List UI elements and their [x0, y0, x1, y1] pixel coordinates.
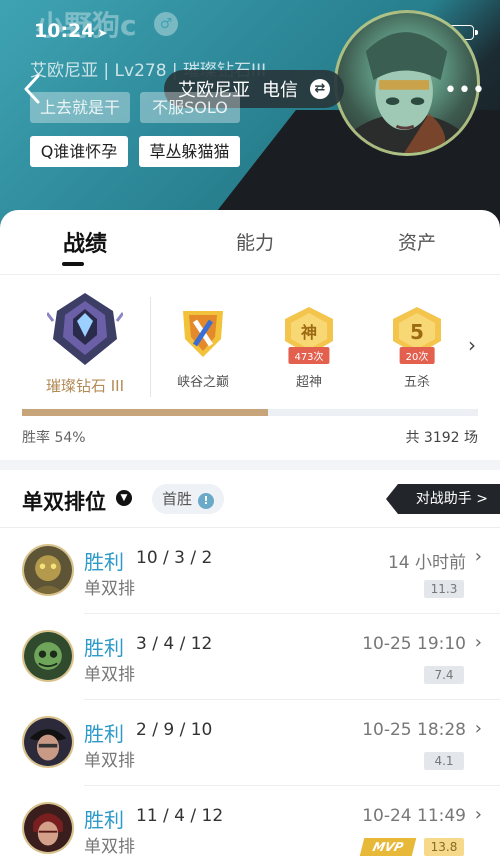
match-kda: 11 / 4 / 12: [136, 806, 224, 826]
match-list: 胜利 10 / 3 / 2 单双排 14 小时前 › 11.3 胜利 3 / 4…: [0, 528, 500, 865]
rank-block[interactable]: 璀璨钻石 III: [20, 291, 150, 396]
match-time: 10-25 18:28: [362, 720, 466, 740]
legendary-badge-icon: 神 473次: [281, 305, 337, 364]
match-kda: 3 / 4 / 12: [136, 634, 213, 654]
champion-avatar: [22, 544, 74, 596]
match-score: 13.8: [424, 838, 464, 856]
badge-count: 473次: [288, 347, 330, 364]
tab-ability[interactable]: 能力: [236, 228, 274, 255]
match-time: 14 小时前: [387, 553, 466, 573]
peak-badge-icon: [175, 305, 231, 361]
profile-tag[interactable]: Q谁谁怀孕: [30, 136, 128, 167]
stats-card: 璀璨钻石 III 峡谷之巅 神 473次 超神 5 20次 五杀 › 胜率 54…: [0, 274, 500, 460]
chevron-right-icon: ›: [474, 804, 482, 825]
champion-avatar: [22, 630, 74, 682]
winrate-bar: [22, 409, 478, 416]
match-result: 胜利: [84, 636, 124, 660]
battle-assistant-button[interactable]: 对战助手 >: [385, 484, 500, 514]
match-mode: 单双排: [84, 751, 135, 771]
match-time: 10-24 11:49: [362, 806, 466, 826]
carrier-name: 电信: [262, 80, 298, 101]
champion-avatar: [22, 716, 74, 768]
badge-label: 超神: [295, 375, 322, 390]
badge-symbol: 5: [410, 320, 424, 344]
match-result: 胜利: [84, 722, 124, 746]
badge-label: 峡谷之巅: [176, 375, 229, 390]
pentakill-badge-icon: 5 20次: [389, 305, 445, 364]
match-score: 7.4: [424, 666, 464, 684]
match-kda: 2 / 9 / 10: [136, 720, 213, 740]
match-mode: 单双排: [84, 579, 135, 599]
match-score: 4.1: [424, 752, 464, 770]
match-time: 10-25 19:10: [362, 634, 466, 654]
rank-name: 璀璨钻石 III: [45, 377, 125, 395]
chevron-right-icon: ›: [474, 718, 482, 739]
match-row[interactable]: 胜利 3 / 4 / 12 单双排 10-25 19:10 › 7.4: [0, 614, 500, 700]
badge-legendary[interactable]: 神 473次 超神: [274, 305, 344, 390]
match-kda: 10 / 3 / 2: [136, 548, 213, 568]
badge-label: 五杀: [403, 375, 430, 390]
mvp-badge: MVP: [359, 838, 417, 856]
chevron-right-icon[interactable]: ›: [468, 333, 476, 357]
chevron-right-icon: ›: [474, 546, 482, 567]
winrate-label: 胜率 54%: [22, 430, 86, 446]
match-row[interactable]: 胜利 10 / 3 / 2 单双排 14 小时前 › 11.3: [0, 528, 500, 614]
champion-avatar: [22, 802, 74, 854]
profile-tag[interactable]: 不服SOLO: [140, 92, 240, 123]
status-time: 10:24 ➤: [34, 20, 108, 42]
match-mode: 单双排: [84, 837, 135, 857]
badge-count: 20次: [399, 347, 435, 364]
tab-bar: 战绩 能力 资产: [0, 210, 500, 274]
swap-icon: ⇄: [310, 79, 330, 99]
profile-tag[interactable]: 草丛躲猫猫: [139, 136, 240, 167]
tab-assets[interactable]: 资产: [398, 228, 436, 255]
info-icon: !: [198, 493, 215, 509]
match-row[interactable]: 胜利 2 / 9 / 10 单双排 10-25 18:28 › 4.1: [0, 700, 500, 786]
first-win-button[interactable]: 首胜!: [152, 484, 225, 514]
profile-tag[interactable]: 上去就是干: [30, 92, 130, 123]
queue-selector[interactable]: 单双排位: [22, 486, 106, 516]
queue-bar: 单双排位 ▼ 首胜! 对战助手 >: [0, 470, 500, 528]
badge-pentakill[interactable]: 5 20次 五杀: [382, 305, 452, 390]
chevron-down-icon[interactable]: ▼: [116, 490, 132, 506]
location-icon: ➤: [97, 26, 108, 40]
badge-symbol: 神: [301, 323, 317, 342]
match-score: 11.3: [424, 580, 464, 598]
total-games-label: 共 3192 场: [405, 430, 478, 446]
winrate-fill: [22, 409, 269, 416]
match-row[interactable]: 胜利 11 / 4 / 12 单双排 10-24 11:49 › MVP 13.…: [0, 786, 500, 865]
profile-header: 小野狗c ♂ 10:24➤ 5G 艾欧尼亚 | Lv278 | 璀璨钻石III …: [0, 0, 500, 228]
more-options-button[interactable]: •••: [444, 78, 486, 103]
tab-indicator: [62, 262, 84, 266]
match-result: 胜利: [84, 550, 124, 574]
diamond-rank-icon: [45, 291, 125, 367]
divider: [150, 297, 151, 397]
match-mode: 单双排: [84, 665, 135, 685]
match-result: 胜利: [84, 808, 124, 832]
badge-peak[interactable]: 峡谷之巅: [168, 305, 238, 390]
chevron-right-icon: ›: [474, 632, 482, 653]
tab-record[interactable]: 战绩: [63, 226, 107, 258]
first-win-label: 首胜: [162, 490, 193, 508]
